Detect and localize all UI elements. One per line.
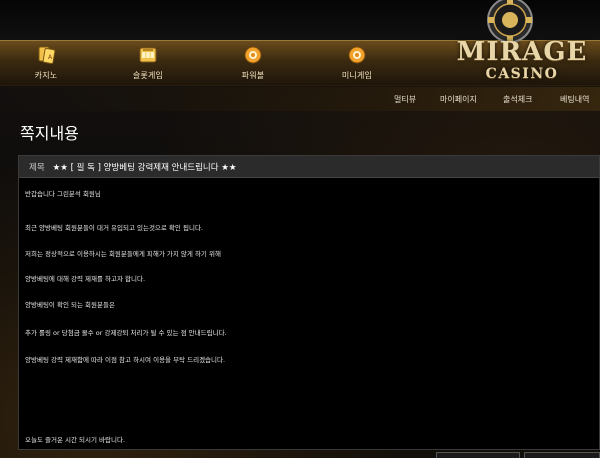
message-line: 반갑습니다 그린분석 회원님 bbox=[25, 190, 101, 198]
subject-row: 제목 ★★ [ 필 독 ] 양방베팅 강력제재 안내드립니다 ★★ bbox=[19, 156, 599, 178]
minigame-icon bbox=[347, 45, 367, 65]
bottom-button-right[interactable] bbox=[524, 452, 600, 458]
message-line: 저희는 정상적으로 이용하시는 회원분들에게 피해가 가지 않게 하기 위해 bbox=[25, 250, 221, 258]
subject-label: 제목 bbox=[29, 162, 45, 173]
nav-item-slot[interactable]: 슬롯게임 bbox=[113, 45, 183, 85]
nav-label: 미니게임 bbox=[341, 71, 373, 80]
logo-subtitle: CASINO bbox=[485, 66, 559, 82]
message-line: 양방베팅 강력 제재함에 따라 이점 참고 하시여 이용을 부탁 드리겠습니다. bbox=[25, 356, 226, 364]
subject-text: ★★ [ 필 독 ] 양방베팅 강력제재 안내드립니다 ★★ bbox=[52, 162, 237, 173]
slot-machine-icon bbox=[138, 45, 158, 65]
nav-item-casino[interactable]: A 카지노 bbox=[11, 45, 81, 85]
message-line: 오늘도 즐거운 시간 되시기 바랍니다. bbox=[25, 436, 126, 444]
nav-item-powerball[interactable]: 파워볼 bbox=[218, 45, 288, 85]
subnav-item-bet-history[interactable]: 베팅내역 bbox=[560, 94, 589, 105]
nav-label: 파워볼 bbox=[241, 71, 265, 80]
nav-label: 카지노 bbox=[34, 71, 58, 80]
message-line: 추가 롤링 or 당첨금 몰수 or 강제강퇴 처리가 될 수 있는 점 안내드… bbox=[25, 329, 227, 337]
message-panel: 제목 ★★ [ 필 독 ] 양방베팅 강력제재 안내드립니다 ★★ 반갑습니다 … bbox=[18, 155, 600, 450]
message-line: 양방베팅에 대해 강력 제재를 하고자 합니다. bbox=[25, 275, 146, 283]
bottom-button-left[interactable] bbox=[436, 452, 520, 458]
message-line: 양방베팅이 확인 되는 회원분들은 bbox=[25, 301, 115, 309]
nav-item-minigame[interactable]: 미니게임 bbox=[322, 45, 392, 85]
page-title: 쪽지내용 bbox=[20, 124, 79, 143]
logo-title[interactable]: MIRAGE bbox=[452, 38, 592, 66]
subnav-item-mypage[interactable]: 마이페이지 bbox=[440, 94, 477, 105]
powerball-icon bbox=[243, 45, 263, 65]
subnav-item-multiview[interactable]: 멀티뷰 bbox=[394, 94, 416, 105]
subnav-item-attendance[interactable]: 출석체크 bbox=[503, 94, 532, 105]
cards-icon: A bbox=[36, 45, 56, 65]
message-line: 최근 양방베팅 회원분들이 대거 유입되고 있는것으로 확인 됩니다. bbox=[25, 224, 203, 232]
nav-label: 슬롯게임 bbox=[132, 71, 164, 80]
sub-nav: 멀티뷰 마이페이지 출석체크 베팅내역 bbox=[0, 87, 600, 111]
